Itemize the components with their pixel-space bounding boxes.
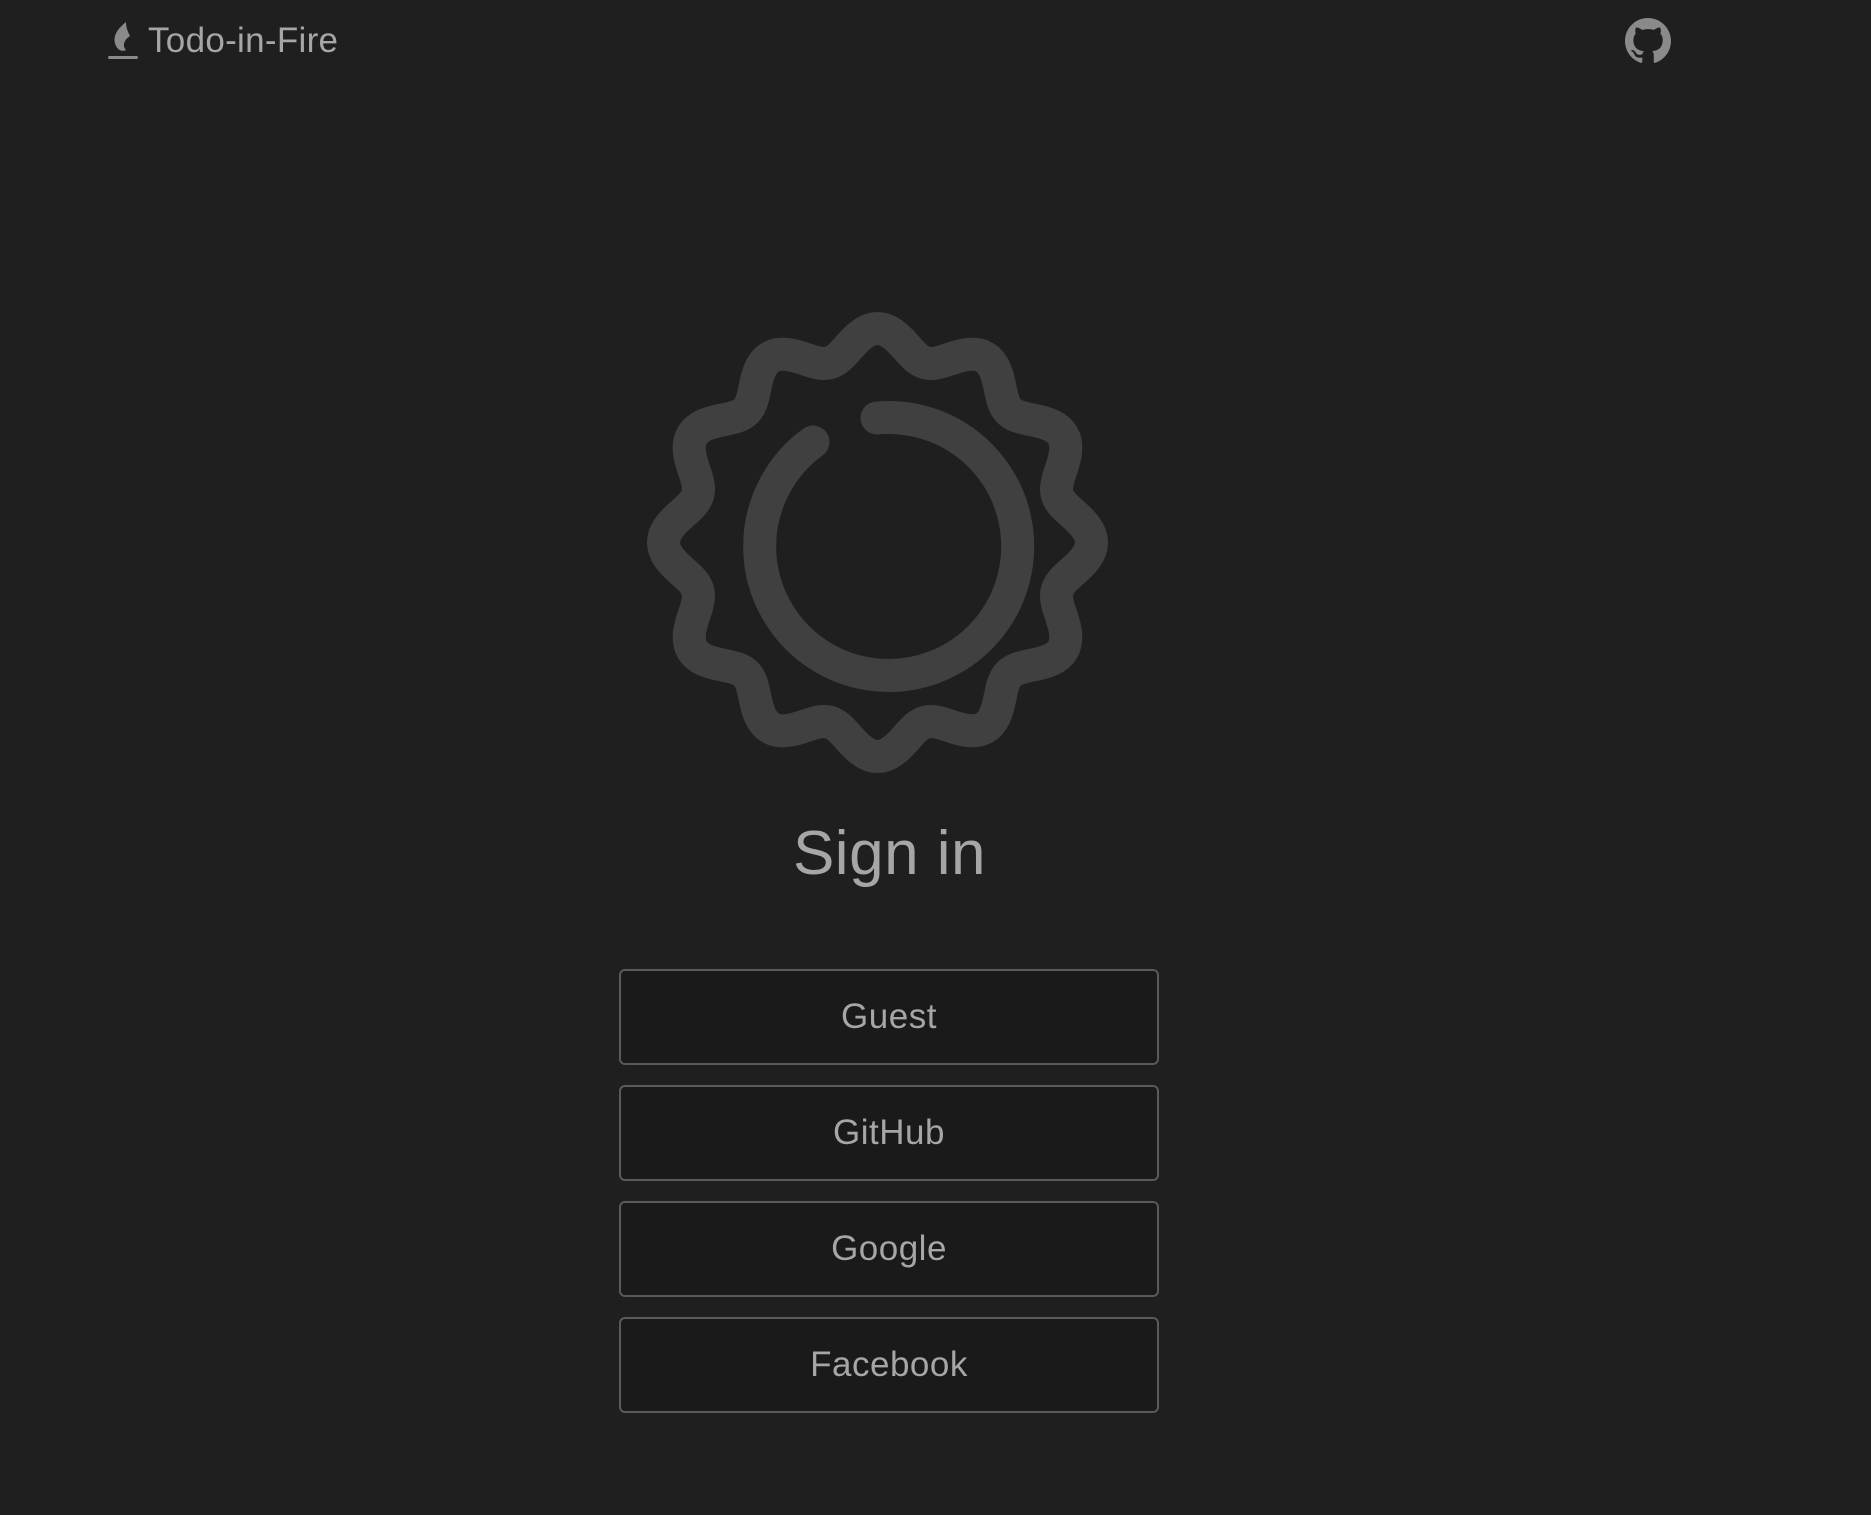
sign-in-options: Guest GitHub Google Facebook <box>619 969 1159 1433</box>
page-title: Sign in <box>792 819 987 888</box>
facebook-sign-in-button[interactable]: Facebook <box>619 1317 1159 1413</box>
guest-sign-in-button[interactable]: Guest <box>619 969 1159 1065</box>
top-bar: Todo-in-Fire <box>0 0 1871 84</box>
app-title: Todo-in-Fire <box>148 21 339 60</box>
github-link[interactable] <box>1624 18 1672 64</box>
google-sign-in-button[interactable]: Google <box>619 1201 1159 1297</box>
flame-icon <box>106 20 140 62</box>
github-icon <box>1624 18 1672 68</box>
github-sign-in-button[interactable]: GitHub <box>619 1085 1159 1181</box>
sun-spinner-icon <box>645 310 1110 775</box>
brand-home-link[interactable]: Todo-in-Fire <box>106 16 338 66</box>
sign-in-page: Todo-in-Fire Sign in Guest GitHub Google… <box>0 0 1871 1515</box>
